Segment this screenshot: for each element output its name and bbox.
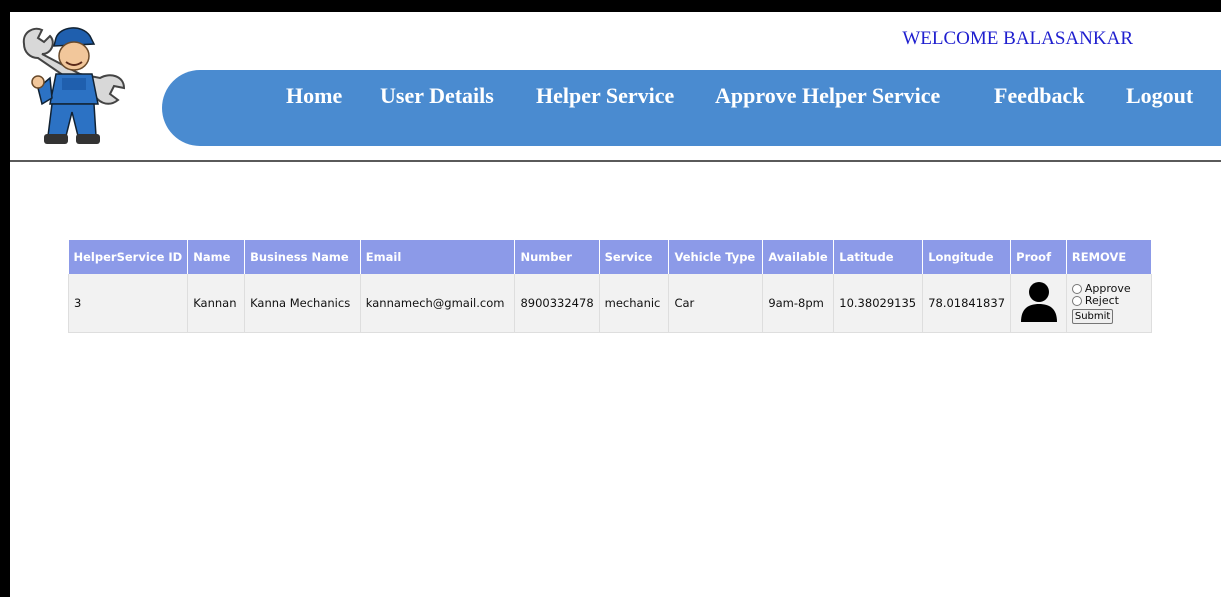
cell-email: kannamech@gmail.com xyxy=(360,274,516,333)
table-header-row: HelperService ID Name Business Name Emai… xyxy=(68,240,1153,274)
reject-option[interactable]: Reject xyxy=(1071,293,1146,307)
cell-service: mechanic xyxy=(599,274,670,333)
nav-approve-helper-service[interactable]: Approve Helper Service xyxy=(715,83,940,109)
person-avatar-icon[interactable] xyxy=(1019,280,1059,324)
col-header-available: Available xyxy=(762,240,835,274)
approve-option[interactable]: Approve xyxy=(1071,281,1146,295)
col-header-service: Service xyxy=(599,240,670,274)
approve-label: Approve xyxy=(1084,281,1131,295)
nav-helper-service[interactable]: Helper Service xyxy=(536,83,674,109)
approve-radio[interactable] xyxy=(1071,283,1082,294)
cell-number: 8900332478 xyxy=(514,274,600,333)
cell-latitude: 10.38029135 xyxy=(833,274,924,333)
page-frame: WELCOME BALASANKAR Home User Details Hel… xyxy=(10,12,1221,597)
cell-longitude: 78.01841837 xyxy=(922,274,1012,333)
col-header-name: Name xyxy=(187,240,246,274)
reject-label: Reject xyxy=(1084,293,1119,307)
nav-bar: Home User Details Helper Service Approve… xyxy=(162,70,1221,146)
cell-id: 3 xyxy=(67,274,189,333)
helper-service-table: HelperService ID Name Business Name Emai… xyxy=(67,240,1153,333)
cell-remove: Approve Reject Submit xyxy=(1066,274,1153,333)
header: WELCOME BALASANKAR Home User Details Hel… xyxy=(10,12,1221,162)
cell-available: 9am-8pm xyxy=(762,274,835,333)
nav-home[interactable]: Home xyxy=(286,83,342,109)
cell-proof xyxy=(1010,274,1067,333)
table-row: 3 Kannan Kanna Mechanics kannamech@gmail… xyxy=(67,274,1153,333)
cell-vehicle-type: Car xyxy=(668,274,764,333)
reject-radio[interactable] xyxy=(1071,295,1082,306)
col-header-proof: Proof xyxy=(1010,240,1067,274)
nav-feedback[interactable]: Feedback xyxy=(994,83,1084,109)
col-header-latitude: Latitude xyxy=(833,240,924,274)
col-header-vehicle-type: Vehicle Type xyxy=(668,240,764,274)
col-header-email: Email xyxy=(360,240,516,274)
col-header-remove: REMOVE xyxy=(1066,240,1153,274)
col-header-longitude: Longitude xyxy=(922,240,1012,274)
cell-name: Kannan xyxy=(187,274,246,333)
nav-user-details[interactable]: User Details xyxy=(380,83,494,109)
submit-button[interactable]: Submit xyxy=(1071,308,1114,324)
col-header-id: HelperService ID xyxy=(68,240,189,274)
col-header-number: Number xyxy=(514,240,600,274)
welcome-text: WELCOME BALASANKAR xyxy=(902,28,1133,49)
nav-logout[interactable]: Logout xyxy=(1126,83,1193,109)
mechanic-logo-icon xyxy=(22,27,126,144)
cell-business-name: Kanna Mechanics xyxy=(244,274,361,333)
col-header-business-name: Business Name xyxy=(244,240,361,274)
